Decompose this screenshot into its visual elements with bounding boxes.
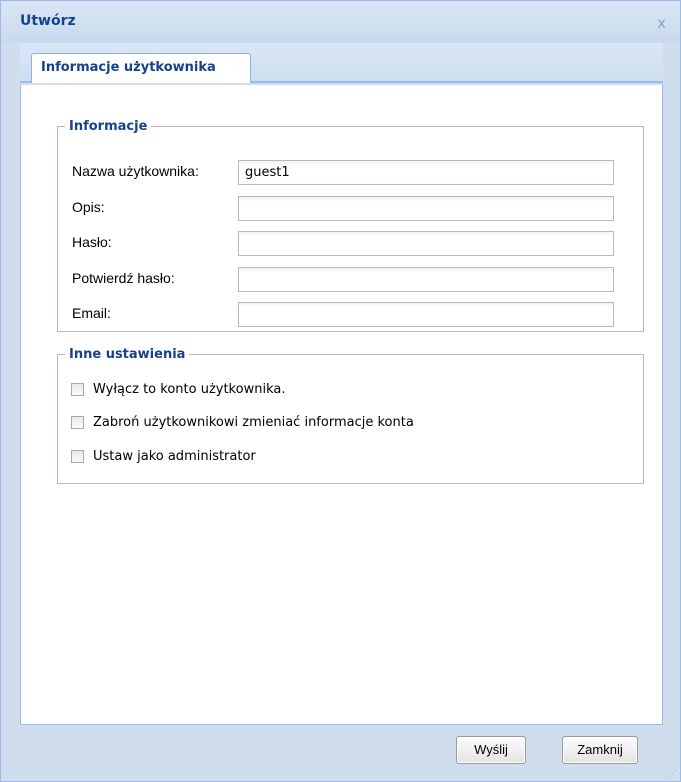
close-icon[interactable]: x [657, 14, 666, 32]
set-admin-label[interactable]: Ustaw jako administrator [93, 449, 256, 464]
info-legend: Informacje [69, 119, 148, 134]
disable-account-checkbox[interactable] [71, 383, 84, 396]
other-settings-fieldset: Inne ustawienia Wyłącz to konto użytkown… [57, 347, 644, 484]
submit-button[interactable]: Wyślij [456, 736, 526, 764]
description-input[interactable] [238, 196, 614, 221]
create-user-dialog: Utwórz x Informacje użytkownika Informac… [0, 0, 681, 782]
forbid-change-checkbox-row[interactable]: Zabroń użytkownikowi zmieniać informacje… [71, 415, 631, 433]
password-input[interactable] [238, 231, 614, 256]
email-row: Email: [72, 302, 632, 327]
close-button[interactable]: Zamknij [562, 736, 638, 764]
password-label: Hasło: [72, 234, 112, 250]
confirm-password-label: Potwierdź hasło: [72, 270, 175, 286]
dialog-footer: Wyślij Zamknij [20, 725, 663, 777]
password-row: Hasło: [72, 231, 632, 256]
confirm-password-input[interactable] [238, 267, 614, 292]
set-admin-checkbox-row[interactable]: Ustaw jako administrator [71, 449, 631, 467]
dialog-title: Utwórz [20, 13, 76, 29]
username-row: Nazwa użytkownika: [72, 160, 632, 185]
forbid-change-label[interactable]: Zabroń użytkownikowi zmieniać informacje… [93, 415, 414, 430]
info-fieldset: Informacje Nazwa użytkownika: Opis: Hasł… [57, 119, 644, 332]
disable-account-checkbox-row[interactable]: Wyłącz to konto użytkownika. [71, 382, 631, 400]
other-settings-legend: Inne ustawienia [69, 347, 186, 362]
forbid-change-checkbox[interactable] [71, 416, 84, 429]
email-label: Email: [72, 305, 111, 321]
username-input[interactable] [238, 160, 614, 185]
disable-account-label[interactable]: Wyłącz to konto użytkownika. [93, 382, 285, 397]
description-row: Opis: [72, 196, 632, 221]
tab-panel: Informacje Nazwa użytkownika: Opis: Hasł… [20, 85, 663, 725]
tab-user-information[interactable]: Informacje użytkownika [31, 53, 251, 83]
username-label: Nazwa użytkownika: [72, 163, 199, 179]
description-label: Opis: [72, 199, 105, 215]
resize-grip-icon[interactable]: ⋰ [668, 769, 678, 779]
confirm-password-row: Potwierdź hasło: [72, 267, 632, 292]
email-input[interactable] [238, 302, 614, 327]
set-admin-checkbox[interactable] [71, 450, 84, 463]
dialog-titlebar[interactable]: Utwórz x [1, 1, 680, 43]
tab-strip: Informacje użytkownika [20, 43, 663, 83]
